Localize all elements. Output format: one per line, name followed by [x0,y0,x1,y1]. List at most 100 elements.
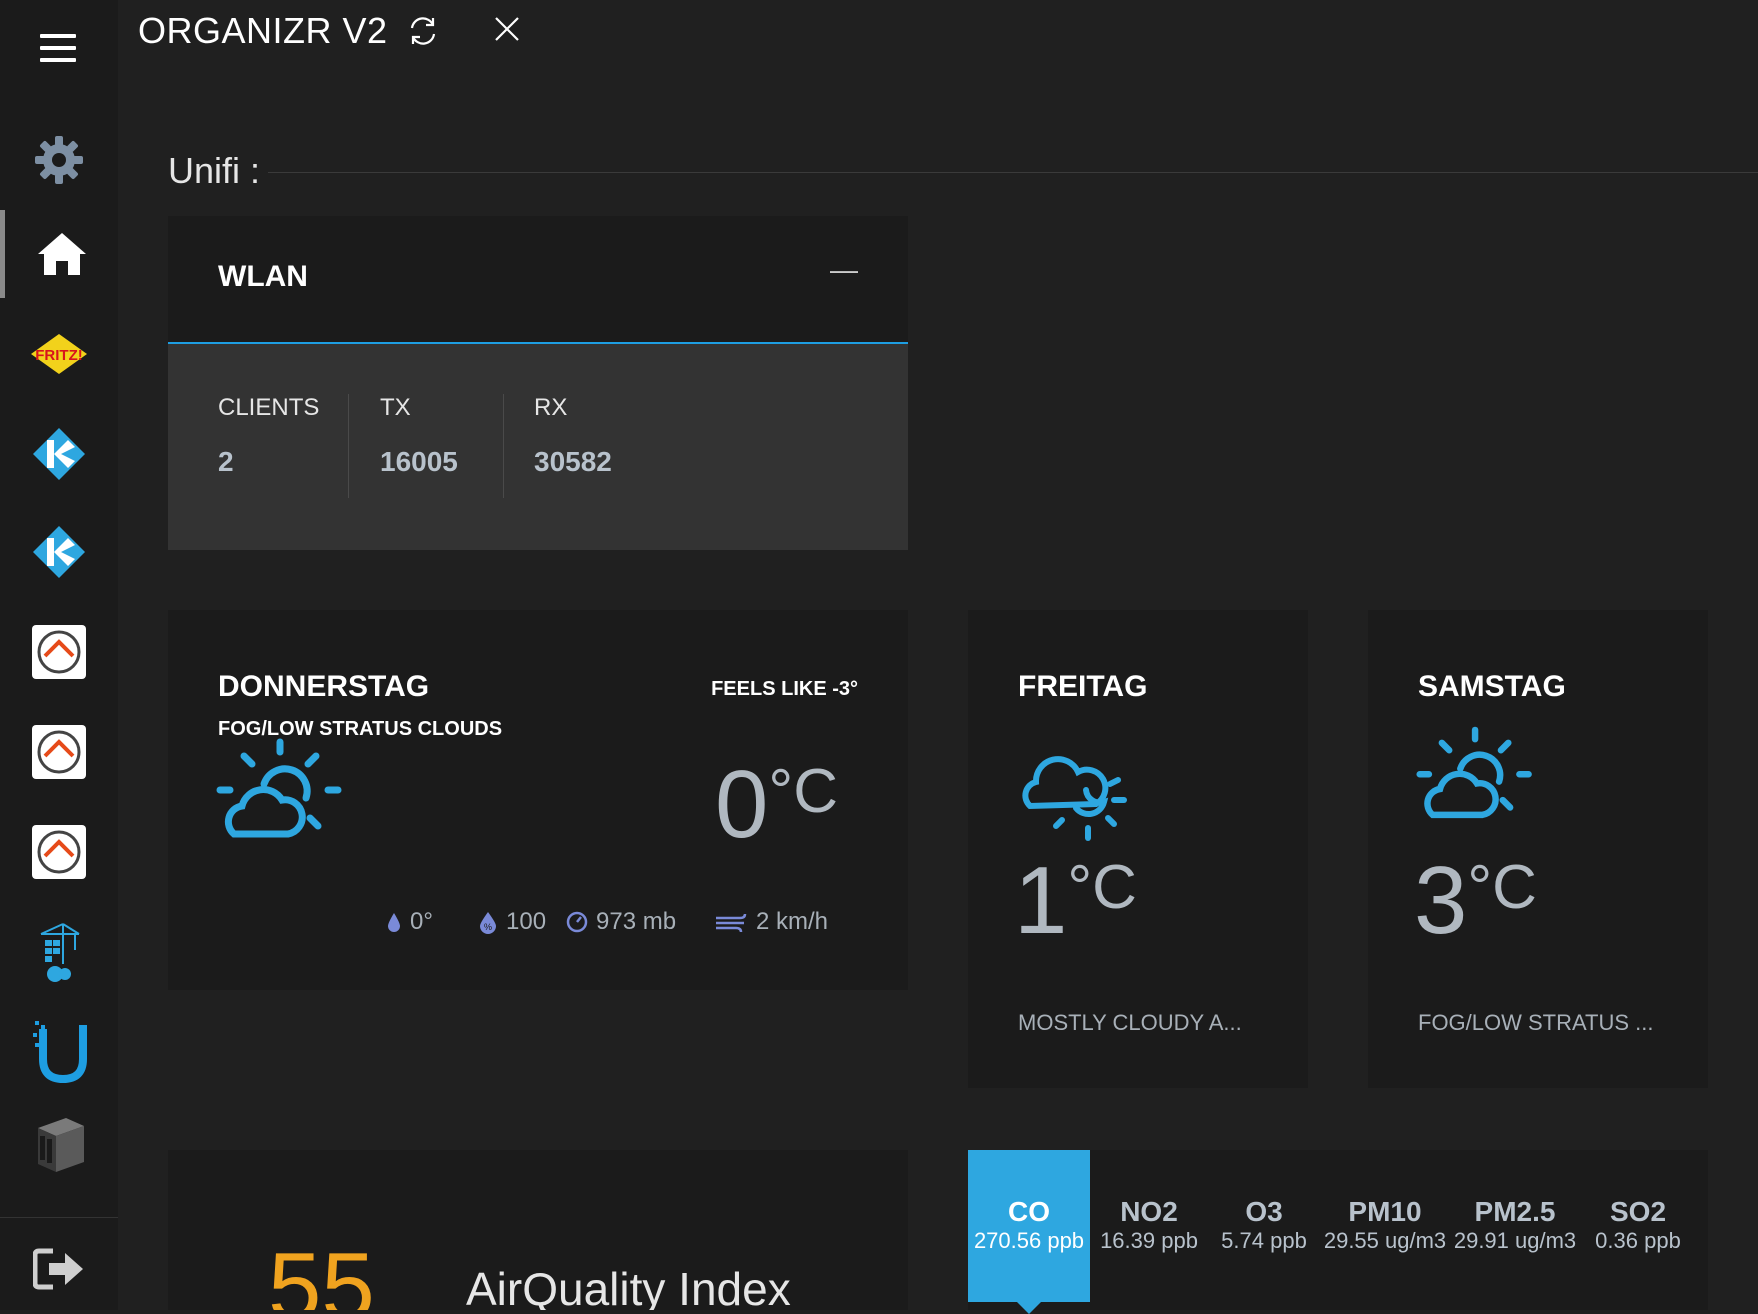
close-tab-button[interactable] [492,14,522,49]
forecast-description: FOG/LOW STRATUS ... [1418,1010,1654,1035]
pollutant-value: 29.55 ug/m3 [1323,1228,1447,1253]
wind: 2 km/h [714,908,828,936]
tab-pm10[interactable]: PM10 29.55 ug/m3 [1320,1150,1450,1302]
feels-like: FEELS LIKE -3° [711,678,858,700]
sidebar-divider [0,1217,118,1218]
forecast-day: FREITAG [1018,670,1148,703]
forecast-description: MOSTLY CLOUDY A... [1018,1010,1242,1035]
forecast-card: SAMSTAG 3°C FOG/LOW STRATUS ... [1368,610,1708,1088]
tab-pm25[interactable]: PM2.5 29.91 ug/m3 [1450,1150,1580,1302]
openhab-icon [32,725,86,779]
dew-point: 0° [386,908,433,936]
sidebar-item-openhab-3[interactable] [0,808,118,896]
portainer-icon [40,923,80,982]
forecast-temperature: 1°C [1014,846,1137,956]
pollutant-name: SO2 [1609,1196,1667,1227]
app-title: ORGANIZR V2 [138,10,388,51]
forecast-card: FREITAG 1°C MOSTLY CLOUDY A... [968,610,1308,1088]
humidity-value: 100 [506,908,547,935]
unifi-icon [33,1021,87,1084]
fritz-logo-text: FRITZ! [35,347,82,364]
openhab-icon [32,625,86,679]
air-quality-card: 55 AirQuality Index [168,1150,908,1310]
stat-divider [348,394,349,498]
tab-no2[interactable]: NO2 16.39 ppb [1090,1150,1208,1302]
wind-icon [716,913,747,933]
sidebar: FRITZ! [0,0,118,1310]
pollutant-value: 29.91 ug/m3 [1453,1228,1577,1253]
pollutant-tabs: CO 270.56 ppb NO2 16.39 ppb O3 5.74 ppb … [968,1150,1708,1314]
collapse-button[interactable]: — [830,254,858,286]
sidebar-item-settings[interactable] [0,116,118,204]
cloudy-night-icon [1022,756,1127,841]
sidebar-item-unifi[interactable] [0,1008,118,1096]
sidebar-item-home[interactable] [0,210,118,298]
aqi-label: AirQuality Index [466,1263,791,1310]
reload-icon [410,17,436,45]
forecast-day: SAMSTAG [1418,670,1566,703]
hamburger-bar [40,34,76,38]
humidity-icon: % [480,912,496,934]
current-temperature: 0°C [715,750,838,860]
pollutant-name: PM2.5 [1474,1196,1556,1227]
aqi-value: 55 [268,1233,375,1310]
stat-rx: RX 30582 [534,394,612,504]
stat-value: 2 [218,446,234,477]
sidebar-item-portainer[interactable] [0,908,118,996]
forecast-temperature: 3°C [1414,846,1537,956]
menu-toggle-button[interactable] [40,34,76,64]
sidebar-item-nas[interactable] [0,1100,118,1188]
drop-icon [388,913,400,932]
barometer-icon [566,911,588,933]
temp-unit: °C [1067,853,1137,922]
stat-value: 30582 [534,446,612,477]
sidebar-item-openhab-1[interactable] [0,608,118,696]
section-title: Unifi : [168,150,261,191]
partly-sunny-icon [216,738,342,838]
sidebar-item-kodi-1[interactable] [0,410,118,498]
kodi-icon [33,526,85,578]
humidity: % 100 [478,908,546,936]
pollutant-value: 0.36 ppb [1595,1228,1681,1253]
logout-icon [33,1248,83,1290]
stat-tx: TX 16005 [380,394,458,504]
openhab-icon [32,825,86,879]
temp-value: 0 [715,751,769,858]
wlan-card-header: WLAN — [168,216,908,344]
stat-divider [503,394,504,498]
partly-sunny-icon [1416,726,1532,819]
pollutant-name: O3 [1245,1196,1283,1227]
gear-icon [35,136,83,184]
tab-so2[interactable]: SO2 0.36 ppb [1580,1150,1696,1302]
pollutant-value: 270.56 ppb [973,1228,1085,1253]
temp-value: 3 [1414,847,1468,954]
sidebar-item-kodi-2[interactable] [0,508,118,596]
home-icon [37,233,86,275]
nas-icon [38,1118,84,1172]
reload-button[interactable] [406,14,440,53]
fritz-icon: FRITZ! [31,334,87,374]
pressure-value: 973 mb [596,908,677,935]
stat-label: RX [534,394,568,421]
wind-value: 2 km/h [756,908,829,935]
sidebar-item-fritzbox[interactable]: FRITZ! [0,310,118,398]
wlan-card-body: CLIENTS 2 TX 16005 RX 30582 [168,344,908,550]
temp-unit: °C [768,757,838,826]
tab-co[interactable]: CO 270.56 ppb [968,1150,1090,1314]
stat-value: 16005 [380,446,458,477]
sidebar-item-openhab-2[interactable] [0,708,118,796]
wlan-title: WLAN [218,260,308,293]
hamburger-bar [40,58,76,62]
svg-text:%: % [484,922,492,932]
pollutant-name: PM10 [1348,1196,1422,1227]
weather-day: DONNERSTAG [218,670,430,703]
hamburger-bar [40,46,76,50]
stat-label: CLIENTS [218,394,320,421]
close-icon [495,17,519,41]
logout-button[interactable] [0,1228,118,1310]
stat-label: TX [380,394,411,421]
tab-o3[interactable]: O3 5.74 ppb [1208,1150,1320,1302]
temp-unit: °C [1467,853,1537,922]
stat-clients: CLIENTS 2 [218,394,319,504]
section-divider [268,172,1758,173]
